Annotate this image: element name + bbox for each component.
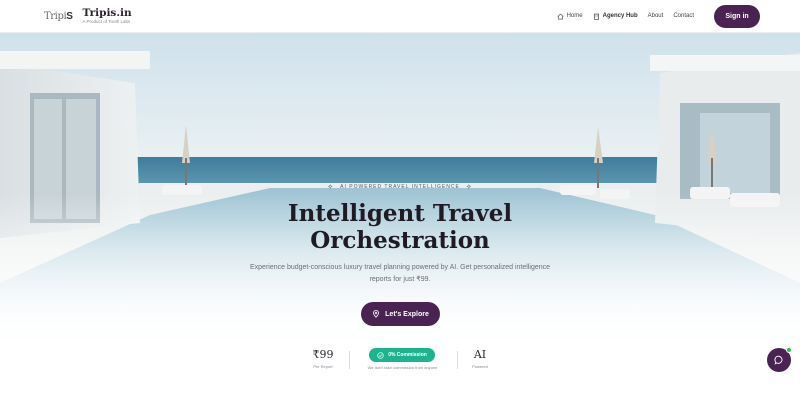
nav-agency-hub-label: Agency Hub — [602, 13, 638, 19]
nav-home[interactable]: Home — [557, 13, 583, 20]
check-circle-icon — [377, 351, 384, 359]
sparkle-icon: ✧ — [327, 184, 335, 191]
hero-title: Intelligent Travel Orchestration — [0, 200, 800, 254]
stats-row: ₹99 Per Report 0% Commission We don't ta… — [0, 348, 800, 378]
stat-price: ₹99 Per Report — [310, 348, 336, 369]
sign-in-button[interactable]: Sign in — [714, 4, 760, 28]
commission-badge: 0% Commission — [369, 348, 435, 362]
lets-explore-button[interactable]: Let's Explore — [361, 302, 440, 326]
hero-eyebrow-text: AI POWERED TRAVEL INTELLIGENCE — [340, 184, 460, 190]
brand-text: Tripis.in A Product of Tooth Labs — [82, 6, 132, 25]
sparkle-icon: ✧ — [465, 184, 473, 191]
ai-label: Powered — [472, 364, 488, 369]
building-icon — [593, 13, 599, 20]
map-pin-icon — [373, 310, 380, 318]
brand-tagline: A Product of Tooth Labs — [82, 19, 131, 24]
ai-value: AI — [473, 348, 487, 361]
home-icon — [557, 13, 564, 20]
logo-mark: TripiS — [44, 10, 73, 22]
hero-eyebrow: ✧ AI POWERED TRAVEL INTELLIGENCE ✧ — [0, 183, 800, 191]
brand[interactable]: TripiS Tripis.in A Product of Tooth Labs — [44, 6, 132, 25]
nav-about[interactable]: About — [648, 13, 664, 19]
nav-contact-label: Contact — [673, 13, 694, 19]
nav-contact[interactable]: Contact — [673, 13, 694, 19]
commission-badge-label: 0% Commission — [388, 352, 427, 358]
nav-about-label: About — [647, 13, 664, 19]
online-status-dot — [786, 347, 792, 353]
commission-note: We don't take commission from anyone — [367, 365, 438, 370]
price-value: ₹99 — [312, 348, 334, 361]
nav-agency-hub[interactable]: Agency Hub — [593, 13, 638, 20]
stat-divider — [457, 351, 458, 369]
hero-subtitle: Experience budget-conscious luxury trave… — [250, 264, 551, 283]
chat-button[interactable] — [767, 347, 792, 372]
hero-title-line1: Intelligent Travel — [287, 200, 513, 227]
top-navbar: TripiS Tripis.in A Product of Tooth Labs… — [0, 0, 800, 33]
nav-home-label: Home — [566, 13, 583, 19]
hero-title-line2: Orchestration — [310, 227, 490, 254]
stat-ai: AI Powered — [466, 348, 494, 369]
main-nav: Home Agency Hub About Contact Sign in — [557, 4, 760, 28]
chat-bubble-icon — [774, 355, 783, 365]
lets-explore-label: Let's Explore — [385, 310, 429, 318]
price-label: Per Report — [313, 364, 333, 369]
brand-name: Tripis.in — [82, 6, 132, 19]
